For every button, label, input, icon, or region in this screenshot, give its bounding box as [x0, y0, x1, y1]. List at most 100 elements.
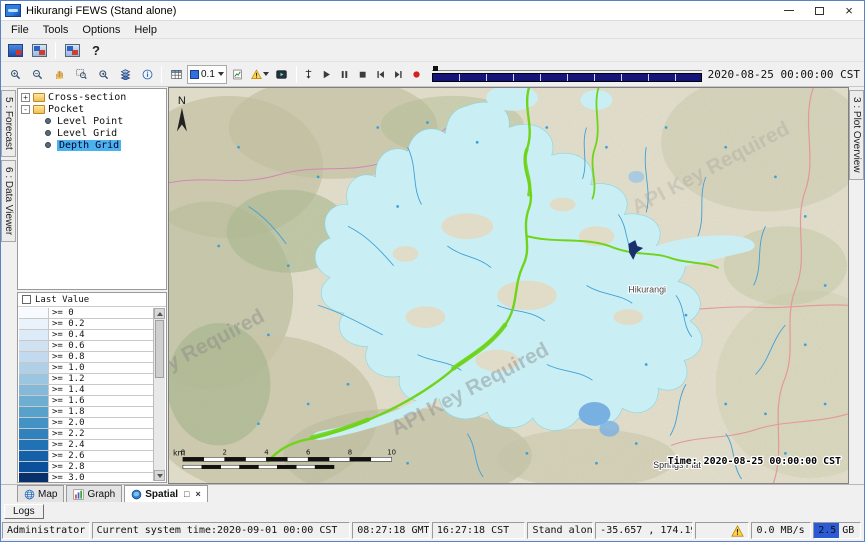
- zoom-in-button[interactable]: [4, 64, 26, 84]
- timeline-tick-bar[interactable]: [432, 73, 702, 82]
- left-tab-strip: 5 : Forecast 6 : Data Viewer: [1, 87, 16, 484]
- tree-item-label[interactable]: Level Grid: [57, 128, 117, 139]
- panel-maximize-icon[interactable]: □: [184, 489, 189, 499]
- tab-graph[interactable]: Graph: [66, 485, 122, 502]
- panel-close-icon[interactable]: ×: [195, 489, 200, 499]
- layer-node-icon: [45, 118, 51, 124]
- legend-row: >= 1.2: [19, 374, 153, 385]
- legend-row: >= 3.0: [19, 473, 153, 483]
- map-canvas[interactable]: API Key Required API Key Required API Ke…: [169, 88, 848, 483]
- legend-row: >= 0.2: [19, 319, 153, 330]
- timeline-marker[interactable]: [433, 66, 438, 71]
- pause-button[interactable]: [336, 64, 354, 84]
- status-warning-cell[interactable]: [695, 522, 750, 539]
- tree-item-depth-grid-selected[interactable]: Depth Grid: [18, 139, 166, 151]
- tab-spatial-label: Spatial: [145, 489, 178, 500]
- legend-swatch: [19, 363, 49, 373]
- scale-tick: 0: [181, 448, 185, 456]
- profile-document-icon: [232, 69, 243, 80]
- scroll-up-button[interactable]: [154, 308, 165, 319]
- help-button[interactable]: ?: [85, 40, 107, 60]
- maximize-icon: [815, 7, 824, 15]
- tree-item-label[interactable]: Pocket: [48, 104, 84, 115]
- legend-label: >= 3.0: [49, 473, 85, 483]
- maximize-button[interactable]: [804, 1, 834, 20]
- tree-item-pocket[interactable]: - Pocket: [18, 103, 166, 115]
- legend-swatch: [19, 385, 49, 395]
- app-window: Hikurangi FEWS (Stand alone) × File Tool…: [0, 0, 865, 542]
- layer-node-icon: [45, 130, 51, 136]
- tree-item-label[interactable]: Depth Grid: [57, 140, 121, 151]
- expand-icon[interactable]: +: [21, 93, 30, 102]
- scroll-down-button[interactable]: [154, 470, 165, 481]
- title-bar: Hikurangi FEWS (Stand alone) ×: [1, 1, 864, 21]
- stop-button[interactable]: [354, 64, 372, 84]
- main-toolbar: ?: [1, 39, 864, 61]
- animation-display-button[interactable]: [271, 64, 293, 84]
- threshold-select[interactable]: 0.1: [187, 65, 227, 84]
- info-button[interactable]: [136, 64, 158, 84]
- last-value-checkbox[interactable]: [22, 295, 31, 304]
- minimize-icon: [784, 10, 794, 11]
- map-viewport[interactable]: API Key Required API Key Required API Ke…: [168, 87, 849, 484]
- record-movie-button[interactable]: [408, 64, 426, 84]
- anchor-current-time-button[interactable]: [300, 64, 318, 84]
- tree-item-level-grid[interactable]: Level Grid: [18, 127, 166, 139]
- database-button[interactable]: [28, 40, 50, 60]
- menu-file[interactable]: File: [4, 22, 36, 38]
- legend-row: >= 2.8: [19, 462, 153, 473]
- collapse-icon[interactable]: -: [21, 105, 30, 114]
- warning-levels-button[interactable]: [249, 64, 271, 84]
- tab-data-viewer[interactable]: 6 : Data Viewer: [1, 160, 16, 242]
- status-gmt-time: 08:27:18 GMT: [352, 522, 430, 539]
- timeline-slider[interactable]: [432, 66, 702, 82]
- zoom-previous-button[interactable]: [92, 64, 114, 84]
- tab-spatial[interactable]: Spatial □ ×: [124, 485, 208, 502]
- grid-display-button[interactable]: [165, 64, 187, 84]
- step-forward-button[interactable]: [390, 64, 408, 84]
- north-label: N: [178, 95, 186, 107]
- legend-row: >= 2.0: [19, 418, 153, 429]
- zoom-region-button[interactable]: [70, 64, 92, 84]
- zoom-out-button[interactable]: [26, 64, 48, 84]
- legend-row: >= 1.6: [19, 396, 153, 407]
- menu-bar: File Tools Options Help: [1, 21, 864, 39]
- scale-tick: 6: [306, 448, 310, 456]
- profile-button[interactable]: [227, 64, 249, 84]
- arrow-down-icon: [157, 474, 163, 478]
- legend-label: >= 1.8: [49, 407, 85, 417]
- tree-item-cross-section[interactable]: + Cross-section: [18, 91, 166, 103]
- step-back-button[interactable]: [372, 64, 390, 84]
- tree-item-level-point[interactable]: Level Point: [18, 115, 166, 127]
- pan-button[interactable]: [48, 64, 70, 84]
- legend-header-label: Last Value: [35, 295, 89, 305]
- status-user: Administrator: [2, 522, 90, 539]
- tab-forecast[interactable]: 5 : Forecast: [1, 90, 16, 157]
- tree-item-label[interactable]: Cross-section: [48, 92, 126, 103]
- anchor-icon: [303, 69, 314, 80]
- scrollbar-thumb[interactable]: [155, 320, 164, 378]
- layers-button[interactable]: [114, 64, 136, 84]
- menu-tools[interactable]: Tools: [36, 22, 76, 38]
- help-icon: ?: [92, 43, 100, 58]
- close-button[interactable]: ×: [834, 1, 864, 20]
- play-button[interactable]: [318, 64, 336, 84]
- tree-item-label[interactable]: Level Point: [57, 116, 123, 127]
- legend-panel: Last Value >= 0 >= 0.2 >= 0.4 >= 0.6 >= …: [17, 292, 167, 483]
- legend-scrollbar[interactable]: [153, 308, 165, 481]
- minimize-button[interactable]: [774, 1, 804, 20]
- right-tab-strip: 3 : Plot Overview: [849, 87, 864, 484]
- tab-plot-overview[interactable]: 3 : Plot Overview: [849, 90, 864, 180]
- chevron-down-icon: [263, 72, 269, 76]
- timeline-track[interactable]: [432, 66, 702, 71]
- menu-options[interactable]: Options: [75, 22, 127, 38]
- tab-map[interactable]: Map: [17, 485, 64, 502]
- session-button[interactable]: [61, 40, 83, 60]
- layers-tree: + Cross-section - Pocket Level Point Lev…: [17, 88, 167, 290]
- menu-help[interactable]: Help: [127, 22, 164, 38]
- system-status-button[interactable]: [4, 40, 26, 60]
- legend-swatch: [19, 407, 49, 417]
- system-status-icon: [8, 44, 23, 57]
- logs-button[interactable]: Logs: [4, 504, 44, 519]
- scrollbar-track[interactable]: [154, 379, 165, 470]
